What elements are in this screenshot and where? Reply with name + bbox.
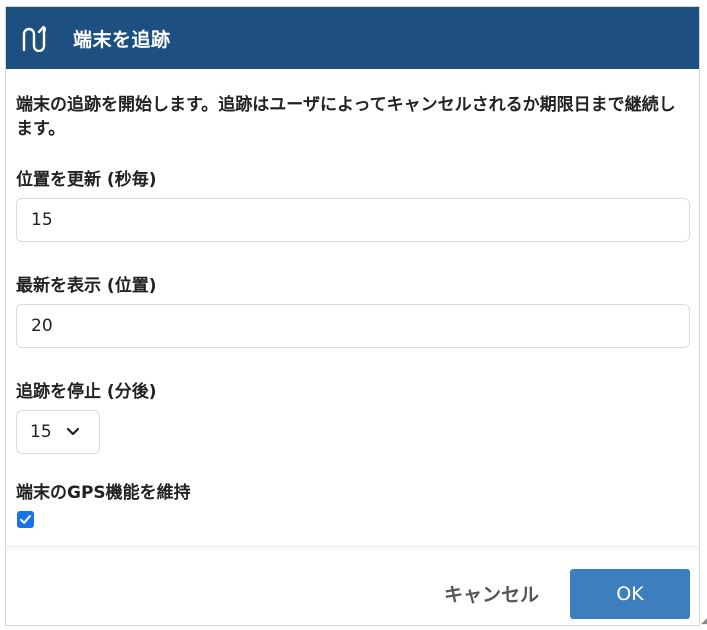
dialog-body: 端末の追跡を開始します。追跡はユーザによってキャンセルされるか期限日まで継続しま… [6, 69, 699, 549]
u-turn-up-icon [19, 24, 47, 52]
dialog-title: 端末を追跡 [73, 28, 171, 51]
show-latest-label: 最新を表示 (位置) [16, 276, 157, 296]
dialog-header: 端末を追跡 [6, 7, 699, 69]
stop-tracking-select[interactable]: 15 [16, 410, 100, 454]
dialog-description: 端末の追跡を開始します。追跡はユーザによってキャンセルされるか期限日まで継続しま… [16, 95, 676, 139]
stop-tracking-label: 追跡を停止 (分後) [16, 382, 157, 402]
chevron-down-icon [66, 427, 80, 437]
update-interval-input[interactable] [16, 198, 690, 242]
keep-gps-checkbox[interactable] [17, 511, 34, 528]
stop-tracking-value: 15 [30, 422, 52, 442]
ok-button[interactable]: OK [570, 569, 690, 619]
keep-gps-label: 端末のGPS機能を維持 [16, 483, 191, 503]
checkmark-icon [20, 515, 31, 524]
track-device-dialog: 端末を追跡 端末の追跡を開始します。追跡はユーザによってキャンセルされるか期限日… [5, 6, 700, 626]
cancel-button[interactable]: キャンセル [444, 572, 539, 618]
footer-divider [6, 545, 699, 553]
show-latest-input[interactable] [16, 304, 690, 348]
resize-corner-icon: ◢ [701, 616, 707, 626]
update-interval-label: 位置を更新 (秒毎) [16, 170, 157, 190]
